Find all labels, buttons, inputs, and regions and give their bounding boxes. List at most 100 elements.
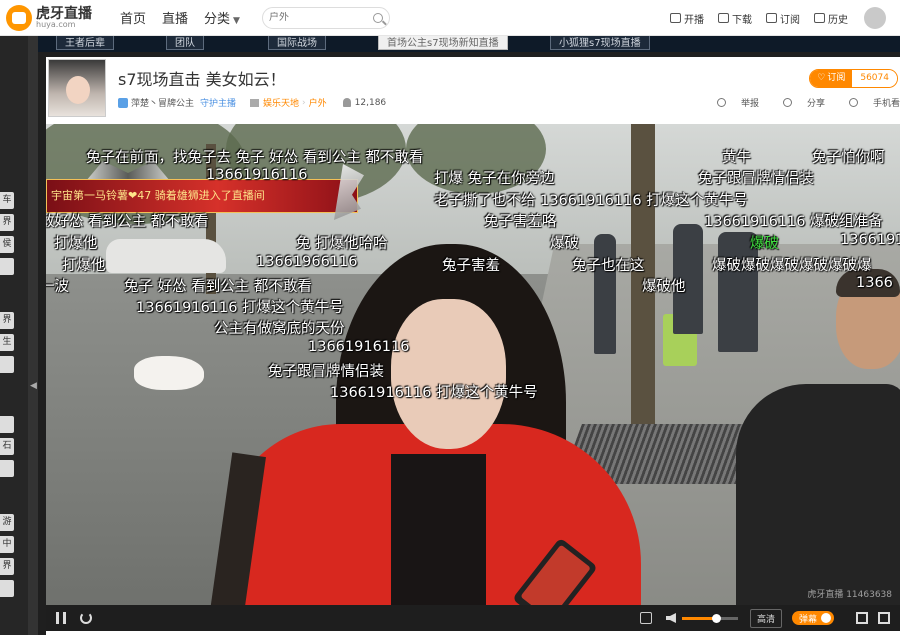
danmaku-item: 13661916116 爆破组准备 — [704, 214, 883, 230]
sidebar-item[interactable] — [0, 460, 14, 477]
nav-category[interactable]: 分类 ▼ — [204, 8, 240, 27]
danmaku-item-highlight: 爆破 — [750, 236, 779, 252]
report-button[interactable]: 举报 — [705, 96, 759, 109]
danmaku-toggle-label: 弹幕 — [798, 614, 817, 625]
room-tab-active[interactable]: 首场公主s7现场新知直播 — [378, 36, 508, 50]
mobile-watch-label: 手机看 — [872, 99, 900, 109]
nav-live[interactable]: 直播 — [162, 8, 188, 27]
danmaku-item: 兔子跟冒牌情侣装 — [698, 171, 814, 187]
room-tab[interactable]: 小狐狸s7现场直播 — [550, 36, 650, 50]
phone-icon — [848, 98, 858, 107]
category-parent-link[interactable]: 娱乐天地 — [263, 96, 299, 109]
top-navbar: 虎牙直播 huya.com 首页 直播 分类▼ 开播 下载 订阅 历史 — [0, 0, 900, 36]
danmaku-item: 兔子 好怂 看到公主 都不敢看 — [124, 279, 312, 295]
video-scene-car — [106, 239, 226, 273]
danmaku-item: 打爆他 — [54, 236, 98, 252]
room-tab[interactable]: 王者后辈 — [56, 36, 114, 50]
left-sidebar: 车 界 侯 界 生 石 游 中区 界 — [0, 36, 28, 635]
room-title: s7现场直击 美女如云！ — [118, 70, 286, 89]
user-avatar[interactable] — [864, 7, 886, 29]
danmaku-item: 13661916116 — [206, 167, 308, 183]
quality-button[interactable]: 高清 — [749, 608, 782, 628]
danmaku-item: 兔子跟冒牌情侣装 — [268, 364, 384, 380]
guard-link[interactable]: 守护主播 — [200, 96, 236, 109]
huya-logo-icon — [6, 4, 32, 31]
sidebar-item[interactable] — [0, 580, 14, 597]
report-icon — [716, 98, 726, 107]
category-separator: › — [302, 97, 306, 108]
room-tab[interactable]: 国际战场 — [268, 36, 326, 50]
danmaku-item: 13661966116 — [256, 254, 358, 270]
streamer-name[interactable]: 萍楚丶冒牌公主 — [131, 96, 194, 109]
video-scene-dog — [134, 356, 204, 390]
vip-entrance-banner: 宇宙第一马铃薯❤47 骑着雄狮进入了直播间 — [46, 179, 358, 213]
danmaku-toggle[interactable]: 弹幕 — [791, 611, 834, 625]
sidebar-item[interactable]: 生 — [0, 334, 14, 351]
download-button[interactable]: 下载 — [718, 11, 752, 26]
heart-icon: ♡ — [817, 73, 826, 83]
sidebar-item[interactable]: 车 — [0, 192, 14, 209]
share-icon — [782, 98, 792, 107]
download-icon — [718, 13, 729, 23]
subscribe-button[interactable]: ♡ 订阅 56074 — [809, 69, 898, 88]
sidebar-item[interactable]: 游 — [0, 514, 14, 531]
search-input[interactable] — [268, 12, 365, 23]
pause-icon[interactable] — [56, 612, 66, 624]
player-controls: 高清 弹幕 — [46, 605, 900, 631]
sidebar-item[interactable] — [0, 258, 14, 275]
danmaku-item: 打爆他 — [62, 258, 106, 274]
volume-knob[interactable] — [711, 613, 721, 623]
report-label: 举报 — [740, 99, 759, 109]
refresh-icon[interactable] — [80, 612, 92, 624]
room-info-panel: s7现场直击 美女如云！ 萍楚丶冒牌公主 守护主播 娱乐天地 › 户外 12,1… — [46, 57, 900, 124]
viewer-icon — [342, 98, 351, 107]
danmaku-item: 一波 — [46, 279, 69, 295]
danmaku-item: 敢好怂 看到公主 都不敢看 — [46, 214, 209, 230]
search-box[interactable] — [261, 6, 390, 29]
mobile-watch-button[interactable]: 手机看 — [837, 96, 900, 109]
danmaku-settings-icon[interactable] — [639, 612, 652, 624]
nav-home[interactable]: 首页 — [120, 8, 146, 27]
subscriptions-button[interactable]: 订阅 — [766, 11, 800, 26]
sidebar-toggle-strip[interactable] — [28, 36, 38, 635]
related-rooms-strip: 王者后辈 团队 国际战场 首场公主s7现场新知直播 小狐狸s7现场直播 — [38, 36, 900, 52]
sidebar-item[interactable] — [0, 356, 14, 373]
danmaku-item: 13661916116 — [308, 339, 410, 355]
history-button[interactable]: 历史 — [814, 11, 848, 26]
danmaku-item: 打爆 兔子在你旁边 — [434, 171, 555, 187]
sidebar-item[interactable]: 界 — [0, 312, 14, 329]
sidebar-item[interactable]: 石 — [0, 438, 14, 455]
site-logo[interactable]: 虎牙直播 huya.com — [6, 4, 102, 31]
room-tab[interactable]: 团队 — [166, 36, 204, 50]
danmaku-item: 兔子害羞咯 — [484, 214, 557, 230]
sidebar-item[interactable]: 界 — [0, 214, 14, 231]
subscribe-label: 订阅 — [827, 73, 846, 83]
danmaku-item: 1366191 — [840, 232, 900, 248]
volume-icon[interactable] — [665, 613, 676, 623]
share-button[interactable]: 分享 — [771, 96, 825, 109]
danmaku-item: 兔子也在这 — [572, 258, 645, 274]
danmaku-item: 13661916116 打爆这个黄牛号 — [136, 300, 344, 316]
logo-text-en: huya.com — [36, 19, 76, 29]
danmaku-item: 兔子怕你啊 — [812, 150, 885, 166]
sidebar-item[interactable]: 中区 — [0, 536, 14, 553]
collapse-arrow-icon[interactable]: ◀ — [30, 381, 37, 395]
volume-slider[interactable] — [681, 613, 738, 623]
volume-fill — [681, 616, 716, 620]
video-player[interactable]: 宇宙第一马铃薯❤47 骑着雄狮进入了直播间 兔子在前面，找兔子去 兔子 好怂 看… — [46, 124, 900, 605]
fullscreen-icon[interactable] — [878, 612, 890, 624]
sidebar-item[interactable]: 界 — [0, 558, 14, 575]
sidebar-item[interactable] — [0, 416, 14, 433]
streamer-avatar[interactable] — [48, 59, 106, 117]
sidebar-item[interactable]: 侯 — [0, 236, 14, 253]
subscriptions-label: 订阅 — [780, 14, 800, 26]
start-stream-button[interactable]: 开播 — [670, 11, 704, 26]
danmaku-item: 爆破爆破爆破爆破爆破爆 — [712, 258, 872, 274]
web-fullscreen-icon[interactable] — [856, 612, 868, 624]
danmaku-item: 1366 — [856, 275, 893, 291]
search-icon[interactable] — [372, 12, 383, 23]
danmaku-item: 13661916116 打爆这个黄牛号 — [330, 385, 538, 401]
heart-icon — [766, 13, 777, 23]
category-link[interactable]: 户外 — [309, 96, 327, 109]
download-label: 下载 — [732, 14, 752, 26]
